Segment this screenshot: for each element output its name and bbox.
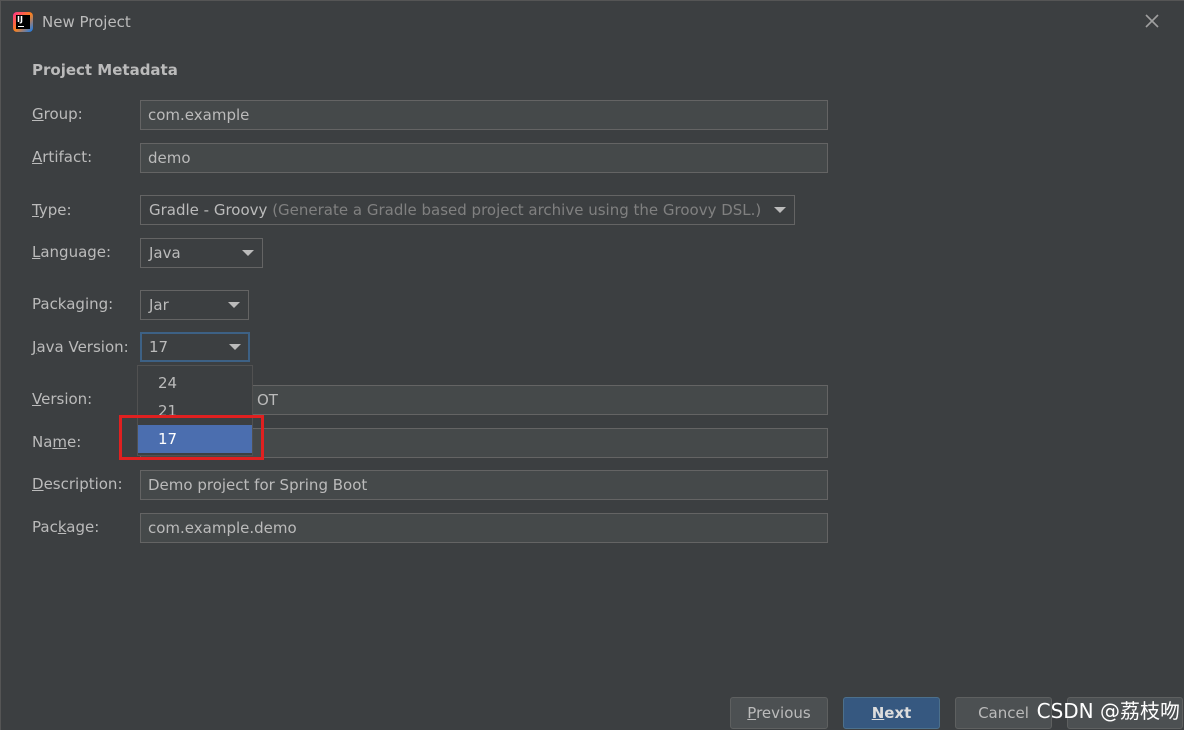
java-version-select[interactable]: 17	[140, 332, 250, 362]
chevron-down-icon	[242, 250, 254, 256]
description-label: Description:	[32, 475, 123, 493]
title-bar: IJ New Project	[1, 1, 1184, 45]
dropdown-option-17[interactable]: 17	[138, 425, 252, 453]
package-label: Package:	[32, 518, 100, 536]
group-label: Group:	[32, 105, 83, 123]
type-select[interactable]: Gradle - Groovy (Generate a Gradle based…	[140, 195, 795, 225]
language-select[interactable]: Java	[140, 238, 263, 268]
group-input[interactable]: com.example	[140, 100, 828, 130]
window-title: New Project	[42, 13, 131, 31]
language-label: Language:	[32, 243, 112, 261]
java-version-label: Java Version:	[32, 338, 129, 356]
dropdown-option-24[interactable]: 24	[138, 369, 252, 397]
packaging-label: Packaging:	[32, 295, 114, 313]
description-input[interactable]: Demo project for Spring Boot	[140, 470, 828, 500]
next-button[interactable]: Next	[843, 697, 940, 729]
chevron-down-icon	[229, 344, 241, 350]
language-select-value: Java	[149, 244, 181, 262]
dropdown-option-21[interactable]: 21	[138, 397, 252, 425]
artifact-label: Artifact:	[32, 148, 93, 166]
version-label: Version:	[32, 390, 93, 408]
previous-button[interactable]: Previous	[730, 697, 828, 729]
csdn-watermark: CSDN @荔枝吻	[1036, 699, 1180, 723]
type-select-value: Gradle - Groovy	[149, 201, 268, 219]
intellij-icon: IJ	[13, 12, 33, 32]
package-input[interactable]: com.example.demo	[140, 513, 828, 543]
section-title: Project Metadata	[32, 61, 178, 79]
packaging-select[interactable]: Jar	[140, 290, 249, 320]
chevron-down-icon	[228, 302, 240, 308]
artifact-input[interactable]: demo	[140, 143, 828, 173]
type-select-hint: (Generate a Gradle based project archive…	[272, 201, 762, 219]
java-version-dropdown: 24 21 17	[137, 365, 253, 456]
chevron-down-icon	[774, 207, 786, 213]
java-version-select-value: 17	[149, 338, 169, 356]
packaging-select-value: Jar	[149, 296, 169, 314]
type-label: Type:	[32, 201, 72, 219]
close-icon[interactable]	[1142, 11, 1162, 31]
name-label: Name:	[32, 433, 82, 451]
new-project-dialog: IJ New Project Project Metadata Group: c…	[0, 0, 1184, 730]
